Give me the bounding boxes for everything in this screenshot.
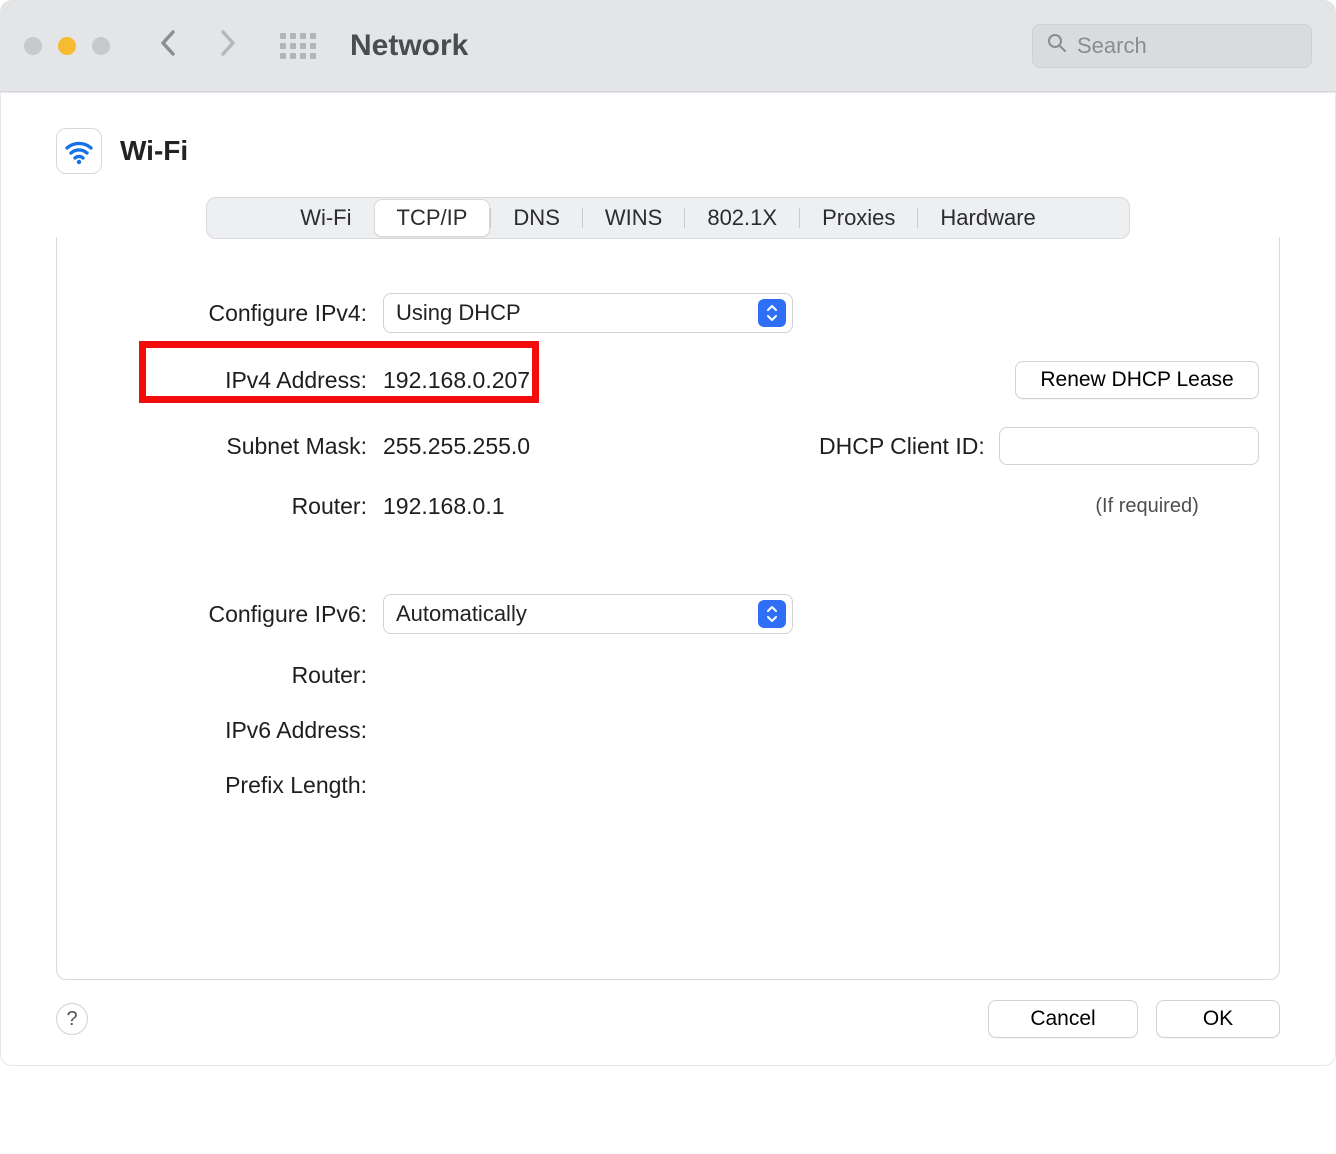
zoom-window-button[interactable] (92, 37, 110, 55)
ipv6-address-label: IPv6 Address: (97, 717, 367, 744)
forward-button[interactable] (216, 29, 238, 63)
panel-header: Wi-Fi (56, 128, 1280, 174)
prefix-length-label: Prefix Length: (97, 772, 367, 799)
cancel-button[interactable]: Cancel (988, 1000, 1138, 1038)
ipv4-router-value: 192.168.0.1 (383, 493, 803, 520)
tab-tcpip[interactable]: TCP/IP (374, 199, 491, 237)
configure-ipv4-value: Using DHCP (396, 300, 521, 326)
show-all-icon[interactable] (280, 33, 316, 59)
search-field[interactable] (1032, 24, 1312, 68)
ipv6-router-label: Router: (97, 662, 367, 689)
nav-arrows (158, 29, 238, 63)
chevron-up-down-icon (758, 600, 786, 628)
window-controls (24, 37, 110, 55)
chevron-up-down-icon (758, 299, 786, 327)
back-button[interactable] (158, 29, 180, 63)
tab-wins[interactable]: WINS (583, 199, 684, 237)
titlebar: Network (0, 0, 1336, 92)
panel-footer: ? Cancel OK (56, 1000, 1280, 1038)
ipv4-router-label: Router: (97, 493, 367, 520)
preferences-panel: Wi-Fi Wi-Fi TCP/IP DNS WINS 802.1X Proxi… (0, 92, 1336, 1066)
tcpip-content: Configure IPv4: Using DHCP IPv4 Address:… (56, 237, 1280, 980)
dhcp-client-id-label: DHCP Client ID: (819, 433, 985, 460)
ipv4-address-label: IPv4 Address: (97, 367, 367, 394)
subnet-mask-value: 255.255.255.0 (383, 433, 803, 460)
configure-ipv6-value: Automatically (396, 601, 527, 627)
dhcp-hint: (If required) (1095, 495, 1198, 518)
tab-8021x[interactable]: 802.1X (685, 199, 799, 237)
panel-title: Wi-Fi (120, 135, 188, 167)
configure-ipv6-label: Configure IPv6: (97, 601, 367, 628)
close-window-button[interactable] (24, 37, 42, 55)
configure-ipv4-label: Configure IPv4: (97, 300, 367, 327)
tab-wifi[interactable]: Wi-Fi (278, 199, 373, 237)
search-icon (1047, 33, 1067, 59)
ok-button[interactable]: OK (1156, 1000, 1280, 1038)
tabs-bar: Wi-Fi TCP/IP DNS WINS 802.1X Proxies Har… (206, 198, 1130, 238)
wifi-icon (56, 128, 102, 174)
configure-ipv6-select[interactable]: Automatically (383, 594, 793, 634)
tab-proxies[interactable]: Proxies (800, 199, 917, 237)
renew-dhcp-button[interactable]: Renew DHCP Lease (1015, 361, 1258, 399)
window-title: Network (350, 29, 468, 63)
tab-hardware[interactable]: Hardware (918, 199, 1057, 237)
minimize-window-button[interactable] (58, 37, 76, 55)
configure-ipv4-select[interactable]: Using DHCP (383, 293, 793, 333)
subnet-mask-label: Subnet Mask: (97, 433, 367, 460)
search-input[interactable] (1075, 32, 1297, 60)
help-button[interactable]: ? (56, 1003, 88, 1035)
dhcp-client-id-input[interactable] (999, 427, 1259, 465)
ipv4-address-value: 192.168.0.207 (383, 367, 803, 394)
tab-dns[interactable]: DNS (491, 199, 581, 237)
